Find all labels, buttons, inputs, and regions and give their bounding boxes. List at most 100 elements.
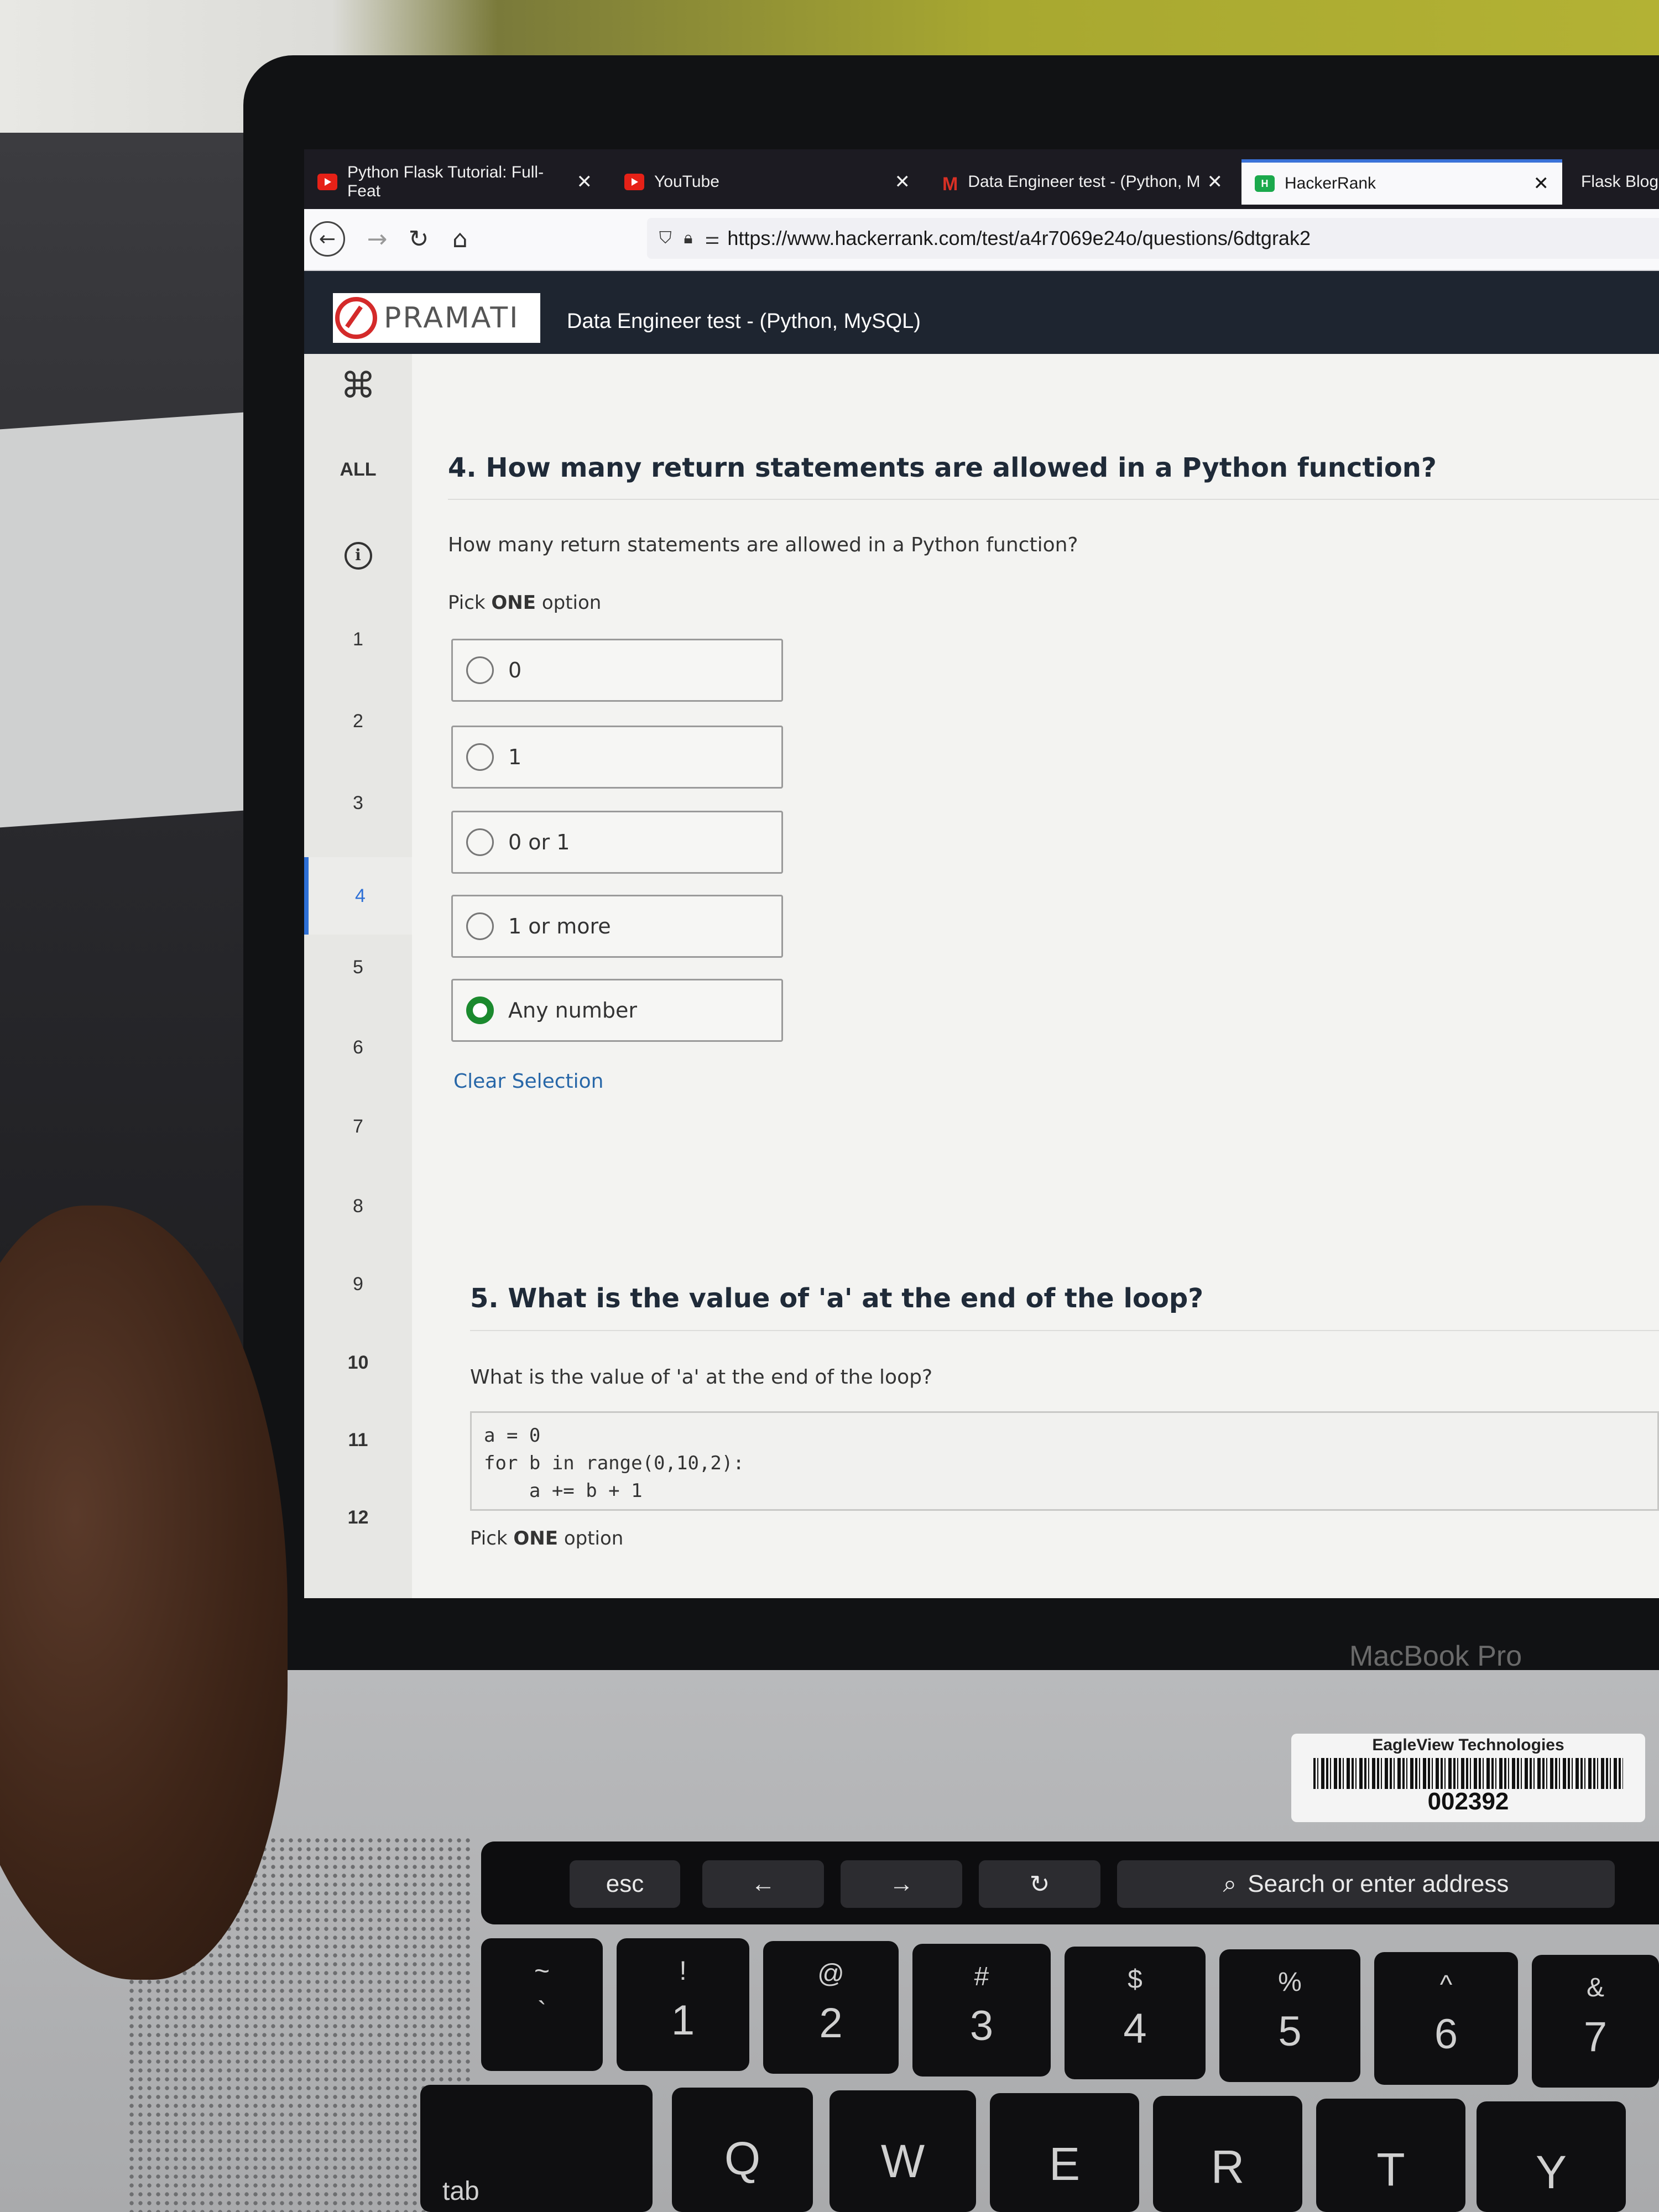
home-button[interactable]: ⌂ [442,221,478,257]
key-label: W [880,2135,925,2187]
divider [470,1330,1659,1331]
sidebar-item-3[interactable]: 3 [304,792,412,814]
key-3[interactable]: #3 [912,1944,1051,2077]
shield-icon: ⛉ [659,229,672,247]
pick-prefix: Pick [470,1527,508,1550]
key-top-label: # [974,1962,989,1991]
key-top-label: ^ [1439,1970,1453,2000]
key-label: R [1211,2141,1245,2193]
sidebar-item-10[interactable]: 10 [304,1352,412,1374]
sidebar-item-5[interactable]: 5 [304,957,412,978]
touchbar-back[interactable]: ← [702,1860,824,1908]
sidebar-item-1[interactable]: 1 [304,629,412,650]
browser-tab-bar: Python Flask Tutorial: Full-Feat ✕ YouTu… [304,149,1659,209]
tab-python-flask[interactable]: Python Flask Tutorial: Full-Feat ✕ [304,159,606,205]
tab-gmail[interactable]: M Data Engineer test - (Python, M ✕ [929,159,1236,205]
question-4-title: 4. How many return statements are allowe… [448,452,1437,483]
lock-icon: 🔒︎ [684,229,693,247]
key-top-label: @ [817,1959,844,1989]
question-5-title: 5. What is the value of 'a' at the end o… [470,1283,1204,1314]
key-w[interactable]: W [830,2090,976,2212]
sidebar-item-4[interactable]: 4 [304,857,412,935]
option-any-number[interactable]: Any number [451,979,783,1042]
key-2[interactable]: @2 [763,1941,899,2074]
tab-youtube[interactable]: YouTube ✕ [611,159,924,205]
sidebar-item-6[interactable]: 6 [304,1037,412,1058]
tab-label: Flask Blog [1581,173,1659,191]
key-bottom-label: 2 [819,2000,843,2047]
option-0[interactable]: 0 [451,639,783,702]
sidebar-item-12[interactable]: 12 [304,1507,412,1528]
option-1-or-more[interactable]: 1 or more [451,895,783,958]
key-6[interactable]: ^ 6 [1374,1952,1518,2085]
tab-flask-blog[interactable]: Flask Blog [1568,159,1659,205]
key-tab[interactable]: tab [420,2085,653,2212]
sidebar-item-8[interactable]: 8 [304,1196,412,1217]
pick-bold: ONE [491,592,536,614]
key-t[interactable]: T [1316,2099,1465,2212]
close-icon[interactable]: ✕ [1533,173,1550,195]
touchbar-search-label: Search or enter address [1248,1870,1509,1897]
sticker-number: 002392 [1427,1788,1509,1815]
sidebar-item-9[interactable]: 9 [304,1274,412,1295]
key-backtick[interactable]: ~ ` [481,1938,603,2071]
address-bar[interactable]: ⛉ 🔒︎ ⚌ https://www.hackerrank.com/test/a… [647,218,1659,259]
option-label: 0 or 1 [508,830,570,854]
radio-button[interactable] [466,912,494,940]
key-r[interactable]: R [1153,2096,1302,2212]
sidebar-item-11[interactable]: 11 [304,1430,412,1451]
sidebar-item-2[interactable]: 2 [304,711,412,732]
pick-suffix: option [564,1527,624,1550]
touchbar-forward[interactable]: → [841,1860,962,1908]
key-5[interactable]: % 5 [1219,1949,1360,2082]
key-bottom-label: ` [538,1997,546,2026]
radio-button-selected[interactable] [466,997,494,1024]
key-bottom-label: 5 [1278,2008,1302,2055]
close-icon[interactable]: ✕ [577,171,593,193]
sidebar-item-all[interactable]: ALL [304,459,412,481]
key-e[interactable]: E [990,2093,1139,2212]
sidebar-item-7[interactable]: 7 [304,1116,412,1138]
option-label: Any number [508,998,637,1022]
info-icon[interactable]: i [304,542,412,570]
option-0-or-1[interactable]: 0 or 1 [451,811,783,874]
radio-button[interactable] [466,743,494,771]
key-bottom-label: 3 [969,2002,994,2049]
touchbar-reload[interactable]: ↻ [979,1860,1100,1908]
sticker-org: EagleView Technologies [1372,1736,1564,1754]
key-bottom-label: 6 [1434,2011,1458,2058]
key-top-label: & [1586,1973,1604,2002]
key-bottom-label: 7 [1583,2013,1608,2060]
key-bottom-label: 1 [671,1997,695,2044]
option-1[interactable]: 1 [451,726,783,789]
key-bottom-label: 4 [1123,2005,1147,2052]
close-icon[interactable]: ✕ [1207,171,1223,193]
key-label: T [1376,2143,1405,2195]
question-content: 4. How many return statements are allowe… [448,354,1659,1598]
option-label: 1 or more [508,914,611,938]
radio-button[interactable] [466,656,494,684]
background-paper [0,411,260,828]
app-header: PRAMATI Data Engineer test - (Python, My… [304,271,1659,354]
key-7[interactable]: & 7 [1532,1955,1659,2088]
forward-button[interactable]: → [359,221,395,257]
touchbar-search[interactable]: ⌕ Search or enter address [1117,1860,1615,1908]
key-y[interactable]: Y [1477,2101,1626,2212]
key-q[interactable]: Q [672,2088,813,2212]
radio-button[interactable] [466,828,494,856]
back-button[interactable]: ← [310,221,345,257]
asset-tag-sticker: EagleView Technologies 002392 [1291,1734,1645,1822]
close-icon[interactable]: ✕ [895,171,911,193]
clear-selection-link[interactable]: Clear Selection [453,1070,604,1093]
reload-button[interactable]: ↻ [401,221,436,257]
touchbar-esc[interactable]: esc [570,1860,680,1908]
logo-mark-icon [335,297,377,339]
key-4[interactable]: $4 [1065,1947,1206,2079]
key-1[interactable]: ! 1 [617,1938,749,2071]
laptop-screen: Python Flask Tutorial: Full-Feat ✕ YouTu… [304,149,1659,1598]
test-title: Data Engineer test - (Python, MySQL) [567,310,921,333]
key-top-label: ~ [534,1957,550,1986]
divider [448,499,1659,500]
command-icon[interactable]: ⌘ [304,365,412,406]
tab-hackerrank[interactable]: H HackerRank ✕ [1241,159,1562,205]
